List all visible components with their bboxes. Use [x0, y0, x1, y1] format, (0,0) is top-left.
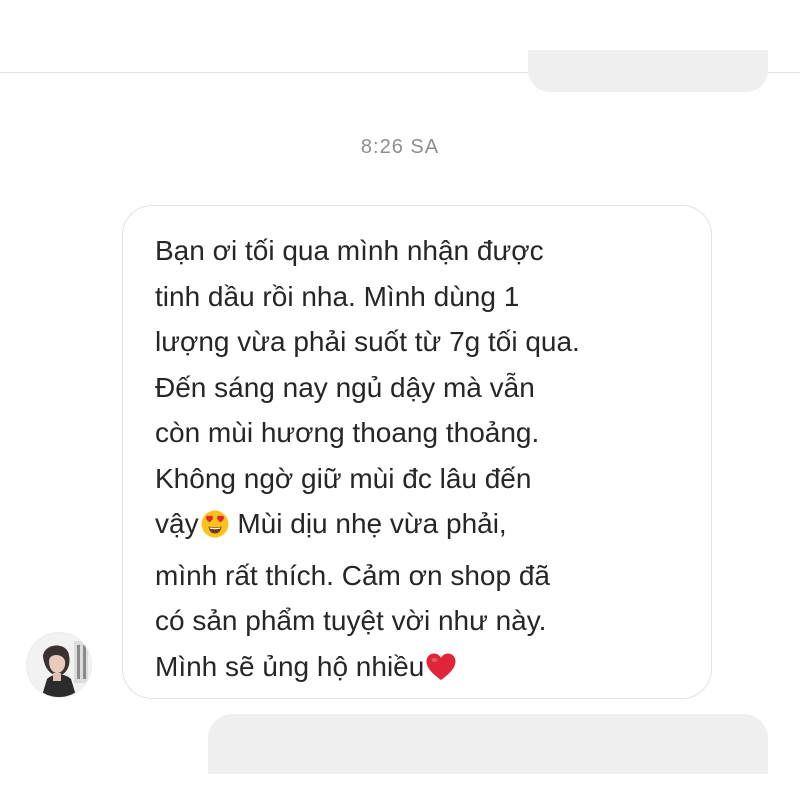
next-message-bubble[interactable]	[208, 714, 768, 774]
message-line-5: còn mùi hương thoang thoảng.	[155, 417, 540, 448]
message-line-3: lượng vừa phải suốt từ 7g tối qua.	[155, 326, 580, 357]
message-line-9: có sản phẩm tuyệt vời như này.	[155, 605, 547, 636]
message-text: Bạn ơi tối qua mình nhận được tinh dầu rồ…	[155, 228, 695, 695]
message-line-1: Bạn ơi tối qua mình nhận được	[155, 235, 544, 266]
message-line-2: tinh dầu rồi nha. Mình dùng 1	[155, 280, 520, 312]
message-line-4: Đến sáng nay ngủ dậy mà vẫn	[155, 371, 535, 403]
received-message-bubble[interactable]: Bạn ơi tối qua mình nhận được tinh dầu rồ…	[122, 205, 712, 699]
previous-message-bubble[interactable]	[528, 50, 768, 92]
heart-eyes-emoji-icon	[200, 507, 230, 553]
sender-avatar[interactable]	[26, 632, 92, 698]
red-heart-emoji-icon	[425, 650, 457, 696]
avatar-photo	[27, 633, 91, 697]
chat-screen: 8:26 SA Bạn ơi tối qua mình nhận được tin…	[0, 0, 800, 800]
message-line-8: mình rất thích. Cảm ơn shop đã	[155, 559, 550, 591]
message-line-6: Không ngờ giữ mùi đc lâu đến	[155, 462, 532, 494]
message-line-10: Mình sẽ ủng hộ nhiều	[155, 650, 425, 682]
message-timestamp: 8:26 SA	[360, 136, 440, 158]
message-line-7-continued: Mùi dịu nhẹ vừa phải,	[237, 508, 507, 539]
message-line-7: vậy	[155, 508, 199, 539]
